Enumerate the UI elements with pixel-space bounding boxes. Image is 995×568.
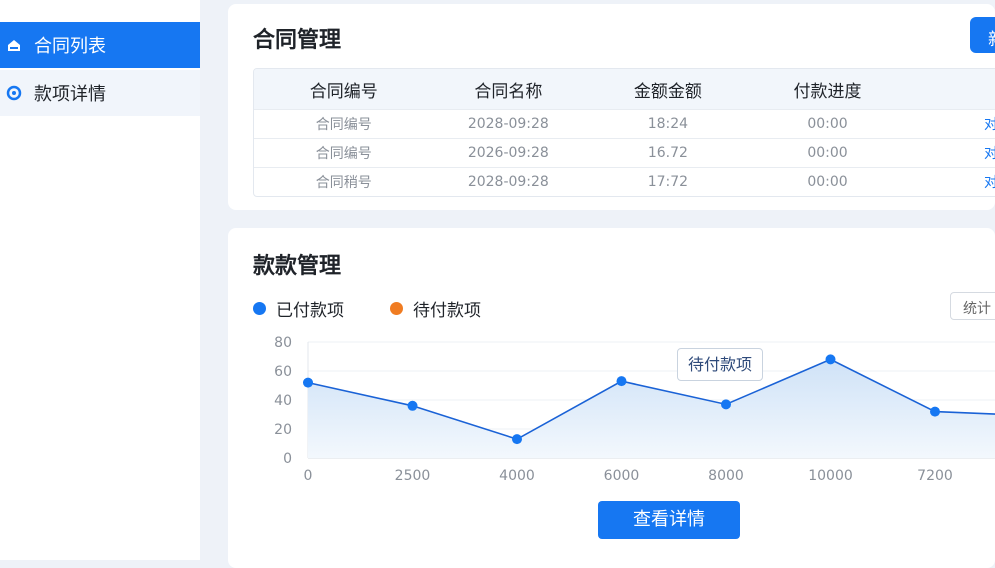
- data-point: [930, 406, 940, 417]
- table-row[interactable]: 合同编号 2028-09:28 18:24 00:00 对重: [254, 109, 995, 138]
- y-tick-label: 20: [274, 422, 292, 438]
- column-header[interactable]: 金额金额: [583, 77, 753, 102]
- payment-card: 款款管理 已付款项 待付款项 统计 0 20 40 60 80 0 2500 4000 6000…: [228, 228, 995, 568]
- line-chart: 0 20 40 60 80 0 2500 4000 6000 8000 10000 7200: [274, 335, 995, 484]
- cell-id: 合同编号: [315, 146, 372, 162]
- y-tick-label: 0: [283, 451, 292, 467]
- data-point: [721, 399, 731, 410]
- contract-card: 合同管理 新 合同编号 合同名称 金额金额 付款进度 合同编号 2028-09:…: [228, 4, 995, 210]
- column-header[interactable]: 合同编号: [254, 77, 434, 102]
- y-tick-label: 80: [274, 335, 292, 351]
- action-link[interactable]: 对重: [902, 143, 995, 163]
- cell-amount: 16.72: [647, 145, 688, 161]
- column-header[interactable]: 付款进度: [753, 77, 903, 102]
- x-tick-label: 10000: [808, 468, 853, 484]
- data-point: [407, 400, 418, 411]
- x-tick-label: 2500: [395, 468, 431, 484]
- cell-name: 2026-09:28: [467, 145, 549, 161]
- cell-name: 2028-09:28: [467, 116, 549, 132]
- home-icon: [8, 40, 20, 51]
- column-header[interactable]: 合同名称: [434, 77, 584, 102]
- sidebar-item-contract-list[interactable]: 合同列表: [0, 22, 200, 68]
- page-title: 合同管理: [253, 28, 342, 53]
- x-tick-label: 0: [304, 468, 313, 484]
- cell-name: 2028-09:28: [467, 174, 549, 190]
- table-header: 合同编号 合同名称 金额金额 付款进度: [254, 69, 995, 109]
- data-point: [825, 354, 836, 365]
- sidebar: 合同列表 款项详情: [0, 0, 200, 560]
- sidebar-item-label: 款项详情: [34, 84, 106, 105]
- chart-tooltip: 待付款项: [677, 348, 763, 381]
- y-tick-label: 40: [274, 393, 292, 409]
- x-tick-label: 8000: [708, 468, 744, 484]
- cell-progress: 00:00: [807, 145, 848, 161]
- data-point: [512, 434, 522, 445]
- x-tick-label: 7200: [917, 468, 953, 484]
- cell-id: 合同编号: [315, 117, 372, 133]
- data-point: [616, 376, 627, 387]
- target-icon: [6, 85, 22, 101]
- new-contract-button[interactable]: 新: [970, 17, 995, 53]
- x-tick-label: 4000: [499, 468, 535, 484]
- cell-progress: 00:00: [807, 116, 848, 132]
- cell-id: 合同稍号: [315, 175, 372, 191]
- action-link[interactable]: 对重: [902, 172, 995, 192]
- cell-amount: 17:72: [647, 174, 689, 190]
- x-tick-label: 6000: [604, 468, 640, 484]
- table-row[interactable]: 合同稍号 2028-09:28 17:72 00:00 对重: [254, 167, 995, 196]
- view-details-button[interactable]: 查看详情: [598, 501, 740, 539]
- sidebar-item-payment-details[interactable]: 款项详情: [0, 70, 200, 116]
- data-point: [303, 377, 313, 388]
- contract-table: 合同编号 合同名称 金额金额 付款进度 合同编号 2028-09:28 18:2…: [253, 68, 995, 197]
- action-link[interactable]: 对重: [902, 114, 995, 134]
- cell-progress: 00:00: [807, 174, 848, 190]
- y-tick-label: 60: [274, 364, 292, 380]
- sidebar-item-label: 合同列表: [34, 36, 106, 57]
- table-row[interactable]: 合同编号 2026-09:28 16.72 00:00 对重: [254, 138, 995, 167]
- cell-amount: 18:24: [647, 116, 689, 132]
